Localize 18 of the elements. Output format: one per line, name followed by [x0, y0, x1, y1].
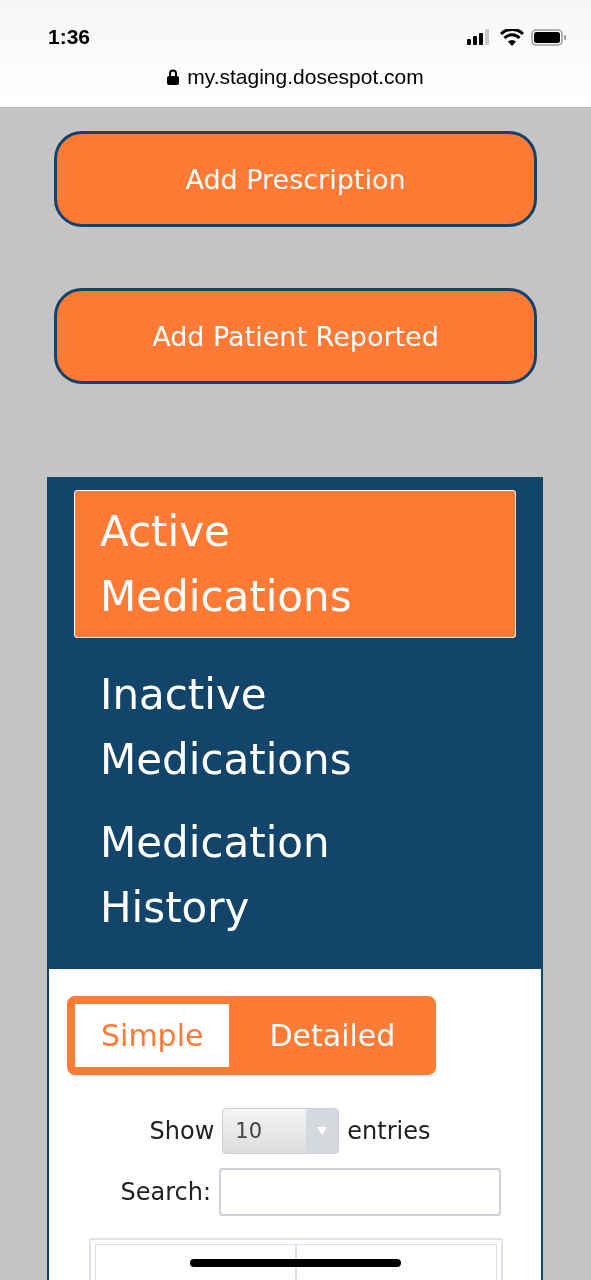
- entries-select[interactable]: 10: [222, 1108, 340, 1154]
- battery-icon: [531, 28, 567, 46]
- search-label: Search:: [120, 1178, 211, 1206]
- entries-label: entries: [347, 1117, 431, 1145]
- status-time: 1:36: [48, 25, 91, 49]
- medication-tab[interactable]: Medication History: [74, 801, 426, 949]
- view-option[interactable]: Simple: [75, 1004, 230, 1067]
- action-button[interactable]: Add Patient Reported: [54, 288, 537, 384]
- lock-icon: [167, 69, 180, 85]
- medication-tab[interactable]: Active Medications: [74, 490, 516, 638]
- search-field[interactable]: [219, 1168, 501, 1216]
- view-option[interactable]: Detailed: [229, 1004, 429, 1067]
- caret-icon: [317, 1127, 328, 1135]
- show-label: Show: [149, 1117, 215, 1145]
- url-text[interactable]: my.staging.dosespot.com: [187, 65, 424, 89]
- medication-tab[interactable]: Inactive Medications: [74, 653, 426, 801]
- wifi-icon: [500, 28, 524, 46]
- action-button[interactable]: Add Prescription: [54, 131, 537, 227]
